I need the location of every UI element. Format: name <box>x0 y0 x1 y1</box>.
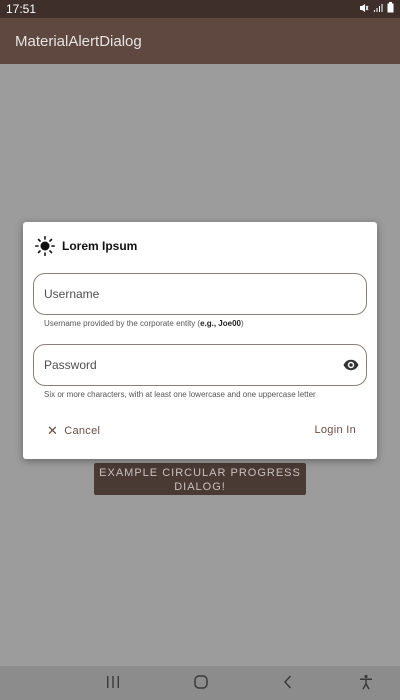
username-label: Username <box>44 287 100 301</box>
back-icon[interactable] <box>281 674 295 695</box>
status-time: 17:51 <box>6 2 37 16</box>
home-icon[interactable] <box>193 674 209 695</box>
system-nav-bar <box>0 666 400 700</box>
close-icon: ✕ <box>47 423 59 438</box>
login-dialog: Lorem Ipsum Username Username provided b… <box>23 222 377 459</box>
dialog-title: Lorem Ipsum <box>62 239 138 253</box>
login-label: Login In <box>314 424 356 436</box>
sun-icon <box>35 236 56 257</box>
password-helper: Six or more characters, with at least on… <box>44 390 316 399</box>
username-helper: Username provided by the corporate entit… <box>44 319 244 328</box>
battery-icon <box>387 2 394 16</box>
cancel-button[interactable]: ✕ Cancel <box>47 424 100 437</box>
username-field[interactable]: Username <box>33 273 367 315</box>
eye-icon[interactable] <box>343 357 359 373</box>
username-helper-suffix: ) <box>241 319 244 328</box>
password-field[interactable]: Password <box>33 344 367 386</box>
accessibility-icon[interactable] <box>358 674 374 695</box>
recents-icon[interactable] <box>106 674 120 695</box>
status-bar: 17:51 <box>0 0 400 18</box>
dialog-header: Lorem Ipsum <box>35 236 138 257</box>
username-helper-example: e.g., Joe00 <box>200 319 241 328</box>
cancel-label: Cancel <box>64 424 101 437</box>
login-button[interactable]: Login In <box>314 424 356 436</box>
status-icons <box>359 2 394 16</box>
app-bar: MaterialAlertDialog <box>0 18 400 64</box>
signal-icon <box>373 3 383 16</box>
password-label: Password <box>44 358 97 372</box>
example-circular-progress-button[interactable]: EXAMPLE CIRCULAR PROGRESS DIALOG! <box>94 463 306 495</box>
example-button-label: EXAMPLE CIRCULAR PROGRESS DIALOG! <box>99 467 301 493</box>
mute-icon <box>359 3 369 16</box>
app-title: MaterialAlertDialog <box>15 32 142 50</box>
username-helper-prefix: Username provided by the corporate entit… <box>44 319 201 328</box>
